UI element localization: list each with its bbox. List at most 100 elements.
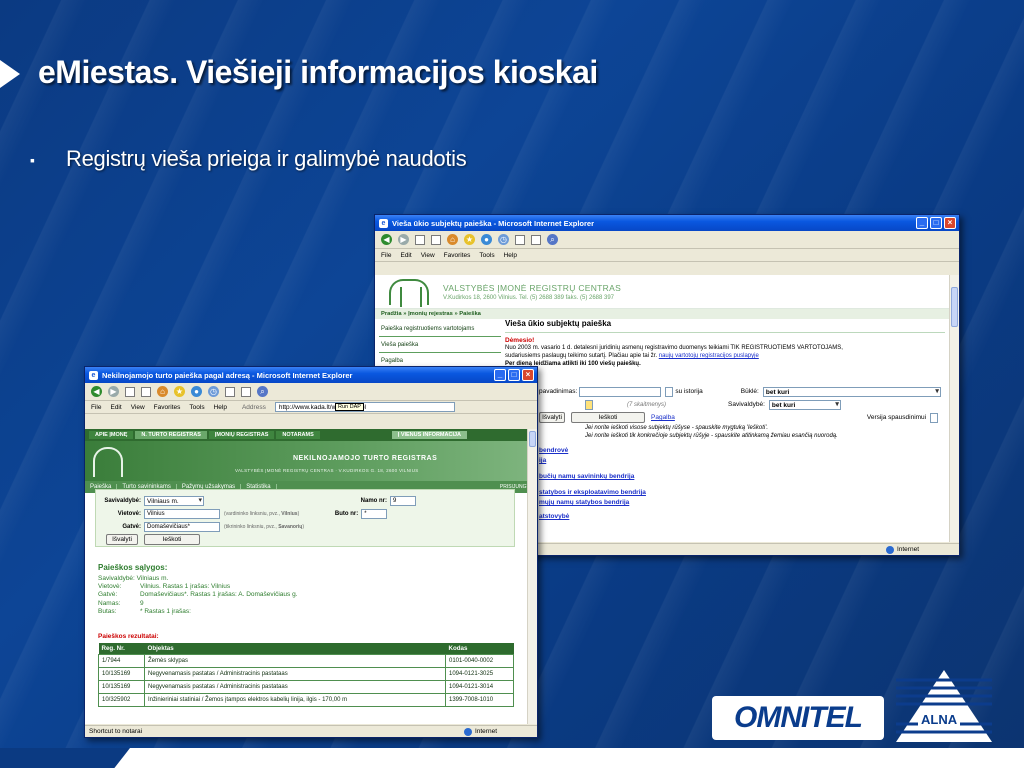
home-icon[interactable]: ⌂ xyxy=(447,234,458,245)
history-icon[interactable]: ◷ xyxy=(208,386,219,397)
address-input[interactable]: http://www.kada.lt/webindex.pl xyxy=(274,402,455,412)
omnitel-logo: OMNITEL xyxy=(712,696,884,740)
menu-tools[interactable]: Tools xyxy=(479,252,494,259)
mail-icon[interactable] xyxy=(225,386,235,397)
sidebar-item-registered-search[interactable]: Paieška registruotiems vartotojams xyxy=(379,321,501,337)
cell-reg-nr: 10/325902 xyxy=(98,693,145,707)
menu-view[interactable]: View xyxy=(131,404,145,411)
municipality-select[interactable]: bet kuri xyxy=(768,399,841,410)
street-hint: (tikrininko linksniu, pvz., Savanorių) xyxy=(224,523,305,530)
menu-bar: File Edit View Favorites Tools Help xyxy=(375,249,959,262)
column-header[interactable]: Kodas xyxy=(445,643,514,655)
search-button[interactable]: Ieškoti xyxy=(571,412,645,423)
window-title: Vieša ūkio subjektų paieška - Microsoft … xyxy=(392,218,595,228)
maximize-button[interactable]: □ xyxy=(508,369,520,381)
entity-link[interactable]: mųjų namų statybos bendrija xyxy=(539,498,945,508)
favorites-star-icon[interactable]: ★ xyxy=(174,386,185,397)
place-input[interactable]: Vilnius xyxy=(144,508,220,519)
menu-help[interactable]: Help xyxy=(214,404,227,411)
window-titlebar[interactable]: e Vieša ūkio subjektų paieška - Microsof… xyxy=(375,215,959,231)
maximize-button[interactable]: □ xyxy=(930,217,942,229)
mail-icon[interactable] xyxy=(515,234,525,245)
entity-link[interactable]: atstovybė xyxy=(539,512,945,522)
menu-favorites[interactable]: Favorites xyxy=(154,404,181,411)
entity-link[interactable]: bendrovė xyxy=(539,446,945,456)
refresh-icon[interactable] xyxy=(141,386,151,397)
entity-link[interactable]: bučių namų savininkų bendrija xyxy=(539,472,945,482)
entity-link[interactable]: statybos ir eksploatavimo bendrija xyxy=(539,488,945,498)
close-button[interactable]: × xyxy=(522,369,534,381)
print-icon[interactable] xyxy=(531,234,541,245)
table-row[interactable]: 10/325902 Inžinieriniai statiniai / Žemo… xyxy=(98,693,514,707)
help-link[interactable]: Pagalba xyxy=(651,414,675,421)
search-icon[interactable]: ⌕ xyxy=(257,386,268,397)
menu-file[interactable]: File xyxy=(91,404,101,411)
table-row[interactable]: 10/135169 Negyvenamasis pastatas / Admin… xyxy=(98,667,514,681)
tab-property-registry[interactable]: N. TURTO REGISTRAS xyxy=(135,431,207,439)
menu-favorites[interactable]: Favorites xyxy=(444,252,471,259)
stop-icon[interactable] xyxy=(415,234,425,245)
close-button[interactable]: × xyxy=(944,217,956,229)
breadcrumb[interactable]: Pradžia » Įmonių rejestras » Paieška xyxy=(375,309,959,319)
forward-icon[interactable]: ▶ xyxy=(108,386,119,397)
menu-view[interactable]: View xyxy=(421,252,435,259)
media-icon[interactable]: ● xyxy=(481,234,492,245)
name-input[interactable] xyxy=(579,386,662,397)
vertical-scrollbar[interactable] xyxy=(949,275,959,542)
favorites-star-icon[interactable]: ★ xyxy=(464,234,475,245)
tab-company-registry[interactable]: ĮMONIŲ REGISTRAS xyxy=(208,431,275,439)
menu-edit[interactable]: Edit xyxy=(400,252,411,259)
vertical-scrollbar[interactable] xyxy=(527,429,537,724)
home-icon[interactable]: ⌂ xyxy=(157,386,168,397)
address-label: Address xyxy=(241,403,266,411)
search-button[interactable]: Ieškoti xyxy=(144,534,200,545)
menu-edit[interactable]: Edit xyxy=(110,404,121,411)
clear-button[interactable]: Išvalyti xyxy=(539,412,565,423)
status-text: Shortcut to notarai xyxy=(89,728,143,735)
tab-notaries[interactable]: NOTARAMS xyxy=(276,431,320,439)
ie-logo-icon: e xyxy=(89,370,98,380)
history-icon[interactable]: ◷ xyxy=(498,234,509,245)
tab-info[interactable]: Į VIENUS INFORMACIJA xyxy=(391,431,468,439)
scrollbar-thumb[interactable] xyxy=(951,287,958,327)
search-icon[interactable]: ⌕ xyxy=(547,234,558,245)
status-select[interactable]: bet kuri xyxy=(762,386,941,397)
back-icon[interactable]: ◀ xyxy=(381,234,392,245)
banner-subtitle: VALSTYBĖS ĮMONĖ REGISTRŲ CENTRAS · V.KUD… xyxy=(235,468,419,473)
minimize-button[interactable]: _ xyxy=(916,217,928,229)
back-icon[interactable]: ◀ xyxy=(91,386,102,397)
municipality-select[interactable]: Vilniaus m. xyxy=(144,495,204,506)
menu-file[interactable]: File xyxy=(381,252,391,259)
print-version-checkbox[interactable] xyxy=(930,412,939,423)
column-header[interactable]: Reg. Nr. xyxy=(98,643,145,655)
print-version-label: Versija spausdinimui xyxy=(866,414,927,421)
minimize-button[interactable]: _ xyxy=(494,369,506,381)
menu-tools[interactable]: Tools xyxy=(189,404,204,411)
table-row[interactable]: 10/135169 Negyvenamasis pastatas / Admin… xyxy=(98,680,514,694)
print-icon[interactable] xyxy=(241,386,251,397)
column-header[interactable]: Objektas xyxy=(144,643,446,655)
registration-link[interactable]: naujų vartotojų registracijos puslapyje xyxy=(659,353,759,359)
cell-reg-nr: 10/135169 xyxy=(98,667,145,681)
entity-link[interactable]: ija xyxy=(539,456,945,466)
table-row[interactable]: 1/7944 Žemės sklypas 0101-0040-0002 xyxy=(98,654,514,668)
hint-specific: Jei norite ieškoti tik konkrečioje subje… xyxy=(585,433,838,439)
address-search-form: Savivaldybė: Vilniaus m. Namo nr: 9 Viet… xyxy=(95,489,515,547)
forward-icon[interactable]: ▶ xyxy=(398,234,409,245)
history-checkbox[interactable] xyxy=(665,386,674,397)
code-input-marker[interactable] xyxy=(585,399,593,410)
menu-help[interactable]: Help xyxy=(504,252,517,259)
clear-button[interactable]: Išvalyti xyxy=(106,534,138,545)
slide-title: eMiestas. Viešieji informacijos kioskai xyxy=(38,54,598,90)
house-input[interactable]: 9 xyxy=(390,495,416,506)
flat-input[interactable]: * xyxy=(361,508,388,519)
stop-icon[interactable] xyxy=(125,386,135,397)
street-input[interactable]: Domaševičiaus* xyxy=(144,521,220,532)
sidebar: Paieška registruotiems vartotojams Vieša… xyxy=(379,321,501,369)
refresh-icon[interactable] xyxy=(431,234,441,245)
scrollbar-thumb[interactable] xyxy=(529,431,536,447)
media-icon[interactable]: ● xyxy=(191,386,202,397)
window-titlebar[interactable]: e Nekilnojamojo turto paieška pagal adre… xyxy=(85,367,537,383)
sidebar-item-public-search[interactable]: Vieša paieška xyxy=(379,337,501,353)
tab-about[interactable]: APIE ĮMONĘ xyxy=(89,431,134,439)
